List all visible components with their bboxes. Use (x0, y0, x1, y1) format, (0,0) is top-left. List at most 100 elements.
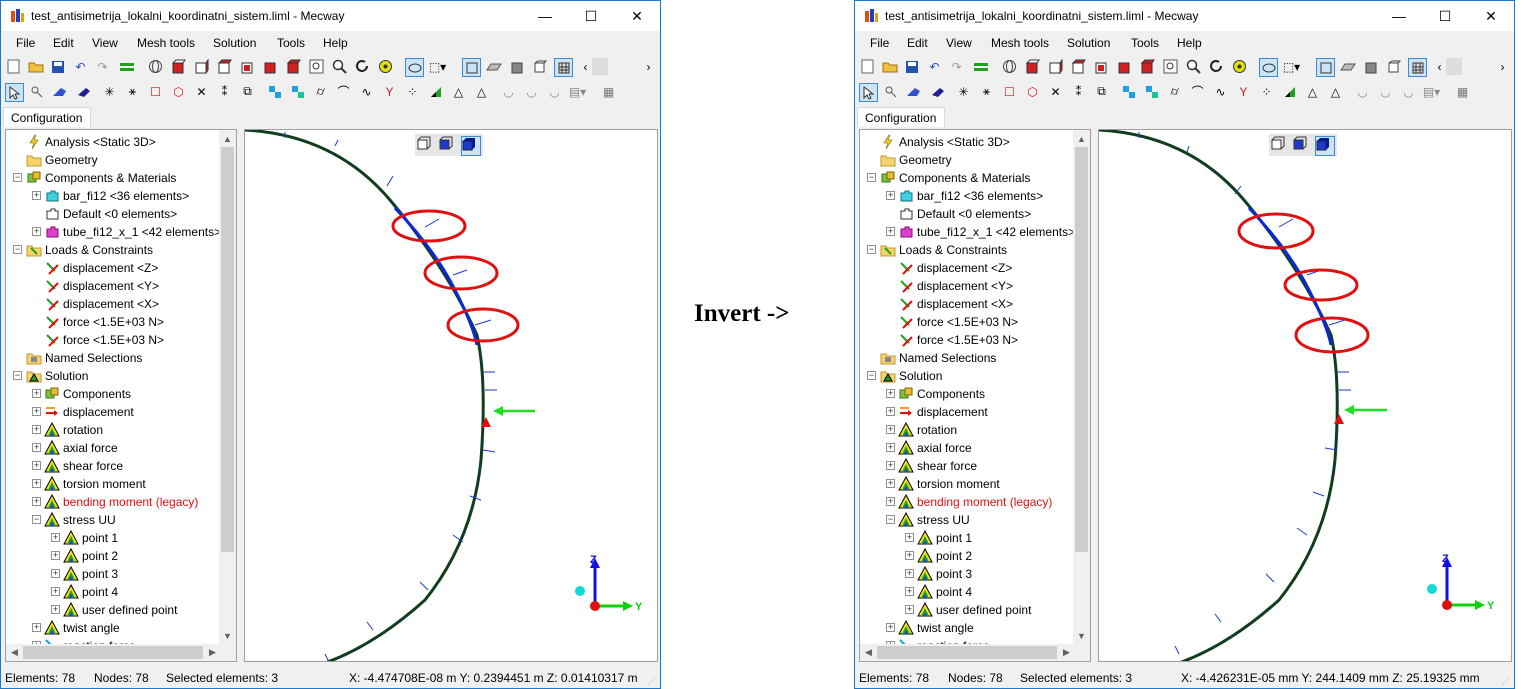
cube-red-icon[interactable]: ⬡ (170, 83, 187, 100)
select-pointer-icon[interactable] (5, 83, 24, 102)
arc-icon[interactable]: ⌒ (335, 83, 352, 100)
scroll-down-icon[interactable]: ▼ (1073, 627, 1090, 644)
mesh-box-icon[interactable] (554, 58, 573, 77)
tree-item[interactable]: displacement <X> (44, 295, 159, 313)
menu-file[interactable]: File (16, 36, 35, 50)
maximize-button[interactable]: ☐ (1422, 1, 1468, 31)
wireframe-sphere-icon[interactable] (1001, 58, 1018, 75)
cylinder-icon[interactable]: ⌭ (1166, 83, 1183, 100)
scroll-thumb[interactable] (877, 646, 1057, 659)
menu-help[interactable]: Help (1177, 36, 1202, 50)
undo-icon[interactable]: ↶ (926, 58, 943, 75)
view-cube-red-icon[interactable] (1047, 58, 1064, 75)
expand-icon[interactable]: + (905, 533, 914, 542)
square-red-icon[interactable]: ☐ (147, 83, 164, 100)
tree-item[interactable]: − Solution (867, 367, 942, 385)
expand-icon[interactable]: + (51, 569, 60, 578)
shell-icon[interactable]: ◡ (1354, 83, 1371, 100)
tree-item[interactable]: − stress UU (886, 511, 970, 529)
tree-item[interactable]: displacement <Z> (44, 259, 158, 277)
expand-icon[interactable]: + (886, 227, 895, 236)
minimize-button[interactable]: — (1376, 1, 1422, 31)
expand-icon[interactable]: + (886, 191, 895, 200)
tree-item[interactable]: force <1.5E+03 N> (898, 313, 1018, 331)
close-button[interactable]: ✕ (1468, 1, 1514, 31)
tree-item[interactable]: + point 2 (905, 547, 972, 565)
tree-item[interactable]: + bending moment (legacy) (32, 493, 198, 511)
expand-icon[interactable]: + (32, 191, 41, 200)
triangle-mesh-icon[interactable]: △ (450, 83, 467, 100)
menu-view[interactable]: View (92, 36, 118, 50)
expand-icon[interactable]: + (32, 389, 41, 398)
undo-icon[interactable]: ↶ (72, 58, 89, 75)
viewport-canvas[interactable]: Z Y (1099, 130, 1512, 662)
scroll-right-icon[interactable]: ▶ (1058, 644, 1075, 661)
green-bars-icon[interactable] (972, 58, 989, 75)
select-mode-icon[interactable] (1259, 58, 1278, 77)
expand-icon[interactable]: + (905, 551, 914, 560)
zoom-icon[interactable] (1185, 58, 1202, 75)
film-icon[interactable]: ▤▾ (569, 83, 586, 100)
shell-icon[interactable]: ◡ (1400, 83, 1417, 100)
rotate-icon[interactable] (354, 58, 371, 75)
tree-item[interactable]: Default <0 elements> (44, 205, 177, 223)
menu-view[interactable]: View (946, 36, 972, 50)
tree-item[interactable]: + user defined point (905, 601, 1031, 619)
tree-item[interactable]: force <1.5E+03 N> (44, 331, 164, 349)
tree-vertical-scrollbar[interactable]: ▲ ▼ (219, 130, 236, 661)
cube-red-icon[interactable]: ⬡ (1024, 83, 1041, 100)
tree-item[interactable]: − Solution (13, 367, 88, 385)
tree-item[interactable]: + shear force (32, 457, 123, 475)
collapse-icon[interactable]: − (867, 245, 876, 254)
tree-horizontal-scrollbar[interactable]: ◀ ▶ (860, 644, 1075, 661)
solid-cube-icon[interactable] (461, 136, 481, 156)
tree-item[interactable]: − stress UU (32, 511, 116, 529)
tree-item[interactable]: + axial force (886, 439, 972, 457)
collapse-icon[interactable]: − (867, 371, 876, 380)
move-tool-icon[interactable] (905, 83, 922, 100)
tools-icon[interactable]: ⧉ (1093, 83, 1110, 100)
collapse-icon[interactable]: − (32, 515, 41, 524)
select-pointer-icon[interactable] (859, 83, 878, 102)
redo-icon[interactable]: ↷ (94, 58, 111, 75)
tree-item[interactable]: + point 4 (905, 583, 972, 601)
outline-box-icon[interactable] (1385, 58, 1402, 75)
expand-icon[interactable]: + (886, 461, 895, 470)
tree-item[interactable]: + point 3 (905, 565, 972, 583)
menu-file[interactable]: File (870, 36, 889, 50)
film-icon[interactable]: ▤▾ (1423, 83, 1440, 100)
tree-item[interactable]: force <1.5E+03 N> (44, 313, 164, 331)
delete-icon[interactable]: ✕ (1047, 83, 1064, 100)
tree-item[interactable]: displacement <Y> (898, 277, 1013, 295)
tab-configuration[interactable]: Configuration (857, 107, 945, 127)
tree-horizontal-scrollbar[interactable]: ◀ ▶ (6, 644, 221, 661)
curve-icon[interactable]: ∿ (1212, 83, 1229, 100)
tree-item[interactable]: + Components (32, 385, 131, 403)
menu-edit[interactable]: Edit (907, 36, 928, 50)
view-cube-red-icon[interactable] (1139, 58, 1156, 75)
tree-item[interactable]: − Loads & Constraints (867, 241, 1007, 259)
renumber-icon[interactable]: ⁑ (1070, 83, 1087, 100)
tab-configuration[interactable]: Configuration (3, 107, 91, 127)
open-folder-icon[interactable] (881, 58, 898, 75)
tree-item[interactable]: + tube_fi12_x_1 <42 elements> (886, 223, 1075, 241)
dropdown-tool-icon[interactable]: ⬚▾ (1283, 58, 1300, 75)
expand-icon[interactable]: + (886, 623, 895, 632)
title-bar[interactable]: test_antisimetrija_lokalni_koordinatni_s… (855, 1, 1514, 31)
zoom-window-icon[interactable] (1162, 58, 1179, 75)
tree-item[interactable]: + bending moment (legacy) (886, 493, 1052, 511)
model-tree[interactable]: Analysis <Static 3D> Geometry − Components … (5, 129, 237, 662)
scroll-up-icon[interactable]: ▲ (219, 130, 236, 147)
expand-icon[interactable]: + (32, 407, 41, 416)
3d-viewport[interactable]: Z Y (1098, 129, 1512, 662)
view-cube-red-icon[interactable] (1070, 58, 1087, 75)
tree-item[interactable]: + axial force (32, 439, 118, 457)
table-icon[interactable]: ▦ (1454, 83, 1471, 100)
expand-icon[interactable]: + (51, 551, 60, 560)
expand-icon[interactable]: + (886, 407, 895, 416)
close-button[interactable]: ✕ (614, 1, 660, 31)
explode-icon[interactable]: ✳ (101, 83, 118, 100)
tree-item[interactable]: displacement <Z> (898, 259, 1012, 277)
view-cube-red-icon[interactable] (262, 58, 279, 75)
expand-icon[interactable]: + (32, 497, 41, 506)
